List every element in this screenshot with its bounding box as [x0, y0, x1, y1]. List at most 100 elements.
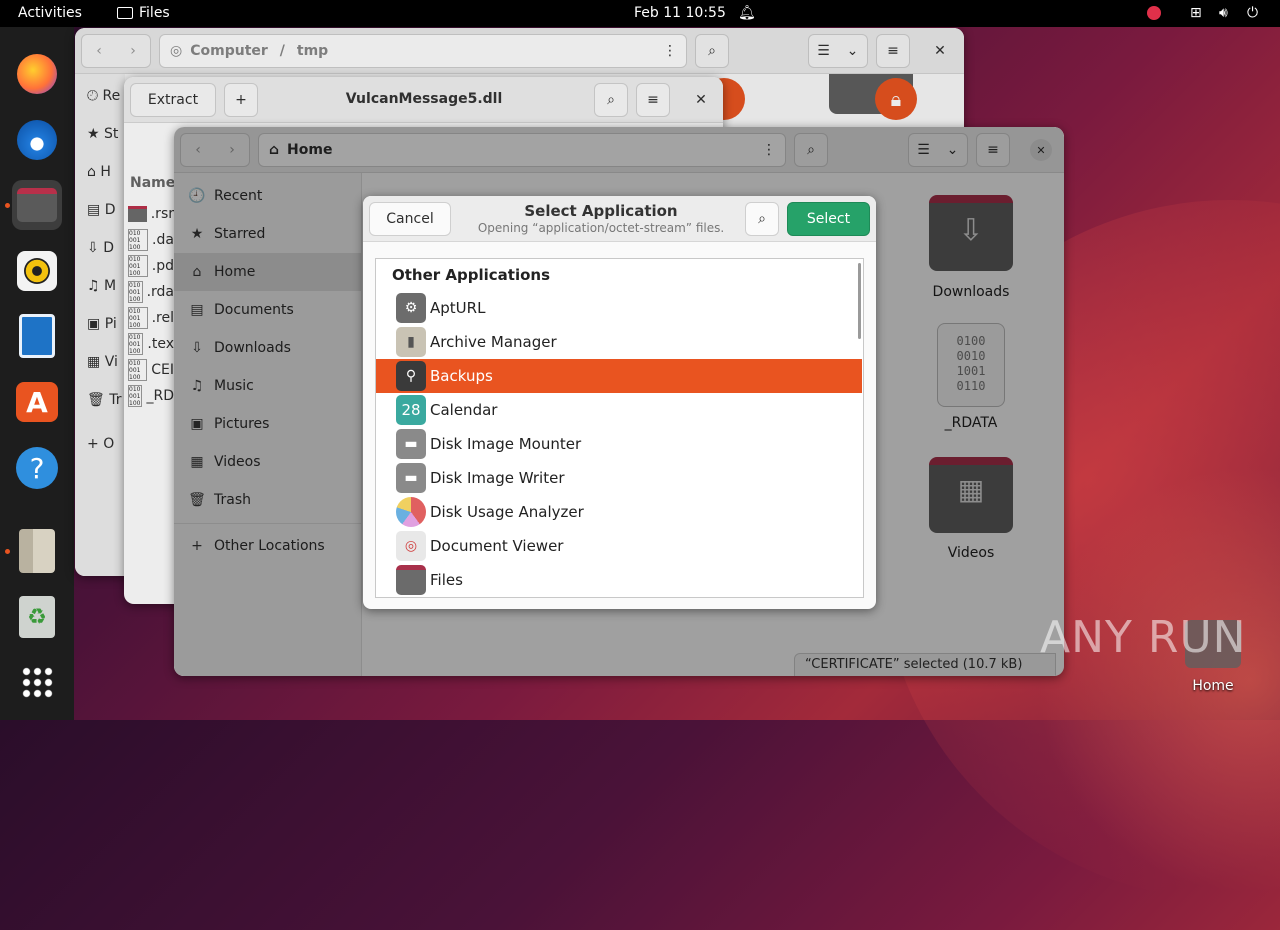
binary-file-icon: 010 001 100 — [128, 229, 148, 251]
list-item[interactable]: 010 001 100 _RD — [124, 383, 174, 409]
back-forward-buttons[interactable]: ‹ › — [81, 34, 151, 68]
app-item-disk-image-mounter[interactable]: ▬ Disk Image Mounter — [376, 427, 862, 461]
menu-icon[interactable]: ≡ — [636, 83, 670, 117]
sidebar-item-downloads[interactable]: ⇩ Downloads — [174, 329, 362, 367]
sidebar-item-trash[interactable]: 🗑 Trash — [174, 481, 362, 519]
document-icon: ▤ — [190, 302, 204, 318]
list-item[interactable]: 010 001 100 .pd — [124, 253, 174, 279]
sidebar-item-home[interactable]: ⌂ Home — [174, 253, 362, 291]
archive-manager-icon[interactable] — [12, 526, 62, 576]
sidebar-item-starred[interactable]: ★ Starred — [174, 215, 362, 253]
select-button[interactable]: Select — [787, 202, 870, 236]
search-icon[interactable]: ⌕ — [794, 133, 828, 167]
sidebar-item-pictures[interactable]: ▣ Pictures — [174, 405, 362, 443]
notification-bell-icon[interactable]: 🔔︎ — [738, 5, 756, 21]
app-item-backups[interactable]: ⚲ Backups — [376, 359, 862, 393]
chevron-left-icon[interactable]: ‹ — [181, 142, 215, 158]
picture-icon: ▣ — [87, 316, 101, 332]
sidebar-item-downloads[interactable]: ⇩ D — [87, 240, 114, 256]
calendar-icon: 28 — [396, 395, 426, 425]
sidebar-item-starred[interactable]: ★ St — [87, 126, 118, 142]
menu-icon[interactable]: ≡ — [976, 133, 1010, 167]
chevron-left-icon[interactable]: ‹ — [82, 43, 116, 59]
app-item-disk-usage-analyzer[interactable]: Disk Usage Analyzer — [376, 495, 862, 529]
writer-icon[interactable] — [12, 311, 62, 361]
add-icon[interactable]: + — [224, 83, 258, 117]
sidebar-item-home[interactable]: ⌂ H — [87, 164, 111, 180]
trash-icon[interactable]: ♻ — [12, 592, 62, 642]
show-apps-icon[interactable] — [12, 657, 62, 707]
sidebar-item-trash[interactable]: 🗑︎ Tr — [87, 392, 121, 408]
do-not-disturb-icon[interactable] — [1147, 6, 1161, 20]
volume-icon[interactable]: 🔊︎ — [1219, 5, 1228, 21]
chevron-down-icon[interactable]: ⌄ — [938, 142, 967, 158]
thunderbird-icon[interactable] — [12, 115, 62, 165]
search-icon[interactable]: ⌕ — [745, 202, 779, 236]
sidebar-item-music[interactable]: ♫ M — [87, 278, 116, 294]
app-item-document-viewer[interactable]: ◎ Document Viewer — [376, 529, 862, 563]
folder-label-downloads[interactable]: Downloads — [911, 284, 1031, 300]
rhythmbox-icon[interactable] — [12, 246, 62, 296]
power-icon[interactable]: ⏻ — [1247, 5, 1258, 21]
files-icon[interactable] — [12, 180, 62, 230]
app-item-files[interactable]: Files — [376, 563, 862, 597]
scrollbar[interactable] — [858, 263, 861, 339]
videos-folder-icon[interactable]: ▦ — [929, 457, 1013, 533]
clock[interactable]: Feb 11 10:55 — [634, 5, 726, 21]
sidebar-item-music[interactable]: ♫ Music — [174, 367, 362, 405]
list-item[interactable]: 010 001 100 .rda — [124, 279, 174, 305]
app-item-archive-manager[interactable]: ▮ Archive Manager — [376, 325, 862, 359]
view-toggle[interactable]: ☰ ⌄ — [908, 133, 968, 167]
sidebar-item-videos[interactable]: ▦ Videos — [174, 443, 362, 481]
list-item[interactable]: 010 001 100 CEI — [124, 357, 174, 383]
firefox-icon[interactable] — [12, 49, 62, 99]
sidebar-item-pictures[interactable]: ▣ Pi — [87, 316, 117, 332]
view-toggle[interactable]: ☰ ⌄ — [808, 34, 868, 68]
cancel-button[interactable]: Cancel — [369, 202, 451, 236]
back-forward-buttons[interactable]: ‹ › — [180, 133, 250, 167]
path-bar[interactable]: ⌂ Home — [258, 133, 786, 167]
app-item-calendar[interactable]: 28 Calendar — [376, 393, 862, 427]
sidebar-item-documents[interactable]: ▤ D — [87, 202, 115, 218]
path-menu-icon[interactable]: ⋮ — [752, 133, 786, 167]
list-item[interactable]: .rsr — [124, 201, 174, 227]
list-item[interactable]: 010 001 100 .rel — [124, 305, 174, 331]
sidebar-item-other[interactable]: + O — [87, 436, 114, 452]
app-center-icon[interactable]: A — [12, 377, 62, 427]
network-icon[interactable]: ⊞ — [1190, 5, 1202, 21]
film-icon: ▦ — [957, 473, 985, 506]
extract-button[interactable]: Extract — [130, 83, 216, 117]
chevron-right-icon[interactable]: › — [215, 142, 249, 158]
path-menu-icon[interactable]: ⋮ — [653, 34, 687, 68]
sidebar-item-other-locations[interactable]: + Other Locations — [174, 527, 362, 565]
file-label-rdata[interactable]: _RDATA — [911, 415, 1031, 431]
folder-label-videos[interactable]: Videos — [911, 545, 1031, 561]
sidebar-item-documents[interactable]: ▤ Documents — [174, 291, 362, 329]
downloads-folder-icon[interactable]: ⇩ — [929, 195, 1013, 271]
chevron-down-icon[interactable]: ⌄ — [838, 43, 867, 59]
app-item-disk-image-writer[interactable]: ▬ Disk Image Writer — [376, 461, 862, 495]
app-menu[interactable]: Files — [117, 5, 170, 21]
list-view-icon[interactable]: ☰ — [809, 43, 838, 59]
desktop-label-home[interactable]: Home — [1170, 678, 1256, 694]
close-icon[interactable]: ✕ — [923, 34, 957, 68]
activities-button[interactable]: Activities — [18, 5, 82, 21]
search-icon[interactable]: ⌕ — [695, 34, 729, 68]
menu-icon[interactable]: ≡ — [876, 34, 910, 68]
path-bar[interactable]: ◎ Computer / tmp — [159, 34, 687, 68]
close-icon[interactable]: ✕ — [684, 83, 718, 117]
star-icon: ★ — [87, 126, 100, 142]
sidebar-item-videos[interactable]: ▦ Vi — [87, 354, 118, 370]
help-icon[interactable]: ? — [12, 443, 62, 493]
close-icon[interactable]: ✕ — [1024, 133, 1058, 167]
app-item-apturl[interactable]: ⚙ AptURL — [376, 291, 862, 325]
column-header-name[interactable]: Name — [124, 175, 175, 197]
sidebar-item-recent[interactable]: 🕘︎ Re — [87, 88, 120, 104]
list-item[interactable]: 010 001 100 .da — [124, 227, 174, 253]
list-item[interactable]: 010 001 100 .tex — [124, 331, 174, 357]
list-view-icon[interactable]: ☰ — [909, 142, 938, 158]
search-icon[interactable]: ⌕ — [594, 83, 628, 117]
chevron-right-icon[interactable]: › — [116, 43, 150, 59]
sidebar-item-recent[interactable]: 🕘 Recent — [174, 177, 362, 215]
binary-file-icon[interactable]: 0100 0010 1001 0110 — [937, 323, 1005, 407]
